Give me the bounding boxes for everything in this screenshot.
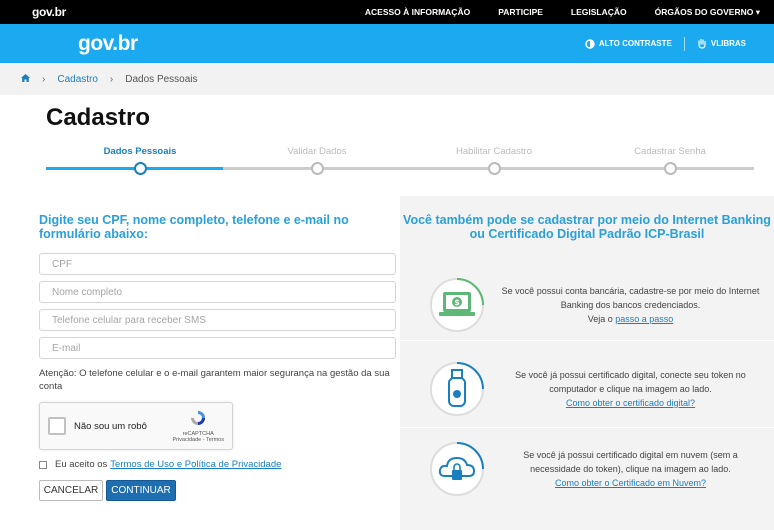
tools-divider (683, 36, 685, 51)
cloud-certificate-text: Se você já possui certificado digital em… (497, 448, 774, 490)
continue-button[interactable]: CONTINUAR (106, 480, 176, 501)
step-dot (663, 162, 677, 175)
card-text: Se você já possui certificado digital, c… (515, 370, 746, 394)
form-actions: CANCELAR CONTINUAR (39, 480, 396, 501)
accessibility-tools: ALTO CONTRASTE VLIBRAS (585, 36, 746, 51)
cancel-button[interactable]: CANCELAR (39, 480, 103, 501)
step-dot (487, 162, 501, 175)
step-label: Cadastrar Senha (634, 146, 706, 157)
card-text: Se você já possui certificado digital em… (523, 450, 738, 474)
contrast-icon (585, 38, 595, 49)
step-by-step-link[interactable]: passo a passo (615, 314, 673, 324)
step-habilitar-cadastro: Habilitar Cadastro (424, 146, 564, 175)
step-dot (310, 162, 324, 175)
registration-form: Digite seu CPF, nome completo, telefone … (39, 213, 396, 501)
step-label: Dados Pessoais (103, 146, 177, 157)
topbar-link-legislacao[interactable]: LEGISLAÇÃO (571, 7, 627, 18)
internet-banking-card: $ Se você possui conta bancária, cadastr… (400, 276, 774, 334)
chevron-right-icon: › (42, 73, 46, 85)
step-dot (133, 162, 147, 175)
step-label: Habilitar Cadastro (455, 146, 533, 157)
high-contrast-label: ALTO CONTRASTE (598, 39, 672, 48)
recaptcha-widget: Não sou um robô reCAPTCHA Privacidade - … (39, 402, 233, 450)
home-icon[interactable] (21, 73, 30, 85)
get-certificate-link[interactable]: Como obter o certificado digital? (566, 398, 695, 408)
attention-text: O telefone celular e o e-mail garantem m… (39, 368, 390, 392)
phone-input[interactable] (39, 309, 396, 331)
high-contrast-button[interactable]: ALTO CONTRASTE (585, 38, 672, 49)
vlibras-label: VLIBRAS (710, 39, 746, 48)
terms-row: Eu aceito os Termos de Uso e Política de… (39, 459, 396, 470)
step-validar-dados: Validar Dados (247, 146, 387, 175)
card-text: Se você possui conta bancária, cadastre-… (501, 286, 760, 310)
topbar-logo[interactable]: gov.br (32, 5, 66, 19)
brand-logo[interactable]: gov.br (78, 32, 138, 56)
recaptcha-links[interactable]: Privacidade - Termos (172, 437, 224, 443)
email-input[interactable] (39, 337, 396, 359)
alternative-methods-panel: Você também pode se cadastrar por meio d… (400, 196, 774, 530)
recaptcha-checkbox[interactable] (48, 417, 66, 435)
step-label: Validar Dados (287, 146, 347, 157)
topbar-links: ACESSO À INFORMAÇÃO PARTICIPE LEGISLAÇÃO… (365, 7, 760, 18)
panel-divider (400, 427, 774, 428)
cloud-certificate-card: Se você já possui certificado digital em… (400, 440, 774, 498)
terms-link[interactable]: Termos de Uso e Política de Privacidade (110, 459, 281, 470)
step-dados-pessoais: Dados Pessoais (70, 146, 210, 175)
attention-label: Atenção: (39, 368, 77, 379)
bank-laptop-icon[interactable]: $ (417, 276, 497, 334)
cpf-input[interactable] (39, 253, 396, 275)
page-title: Cadastro (46, 104, 151, 131)
topbar-link-acesso[interactable]: ACESSO À INFORMAÇÃO (365, 7, 470, 18)
chevron-right-icon: › (109, 73, 114, 85)
terms-prefix: Eu aceito os (55, 459, 108, 470)
gov-topbar: gov.br ACESSO À INFORMAÇÃO PARTICIPE LEG… (0, 0, 774, 24)
svg-text:$: $ (454, 298, 460, 307)
progress-stepper: Dados Pessoais Validar Dados Habilitar C… (46, 146, 754, 176)
attention-note: Atenção: O telefone celular e o e-mail g… (39, 367, 396, 393)
breadcrumb-cadastro-link[interactable]: Cadastro (57, 74, 98, 85)
cloud-certificate-link[interactable]: Como obter o Certificado em Nuvem? (555, 478, 706, 488)
card-link-prefix: Veja o (587, 314, 616, 324)
recaptcha-label: Não sou um robô (74, 420, 147, 432)
topbar-link-participe[interactable]: PARTICIPE (498, 7, 543, 18)
usb-token-icon[interactable] (417, 360, 497, 418)
site-header: gov.br ALTO CONTRASTE VLIBRAS (0, 24, 774, 63)
digital-certificate-text: Se você já possui certificado digital, c… (497, 368, 774, 410)
step-cadastrar-senha: Cadastrar Senha (600, 146, 740, 175)
breadcrumb: › Cadastro › Dados Pessoais (0, 63, 774, 95)
form-heading: Digite seu CPF, nome completo, telefone … (39, 213, 349, 241)
vlibras-button[interactable]: VLIBRAS (697, 38, 746, 49)
alternative-heading: Você também pode se cadastrar por meio d… (403, 213, 771, 241)
full-name-input[interactable] (39, 281, 396, 303)
panel-divider (400, 340, 774, 341)
breadcrumb-current: Dados Pessoais (125, 73, 198, 85)
topbar-link-orgaos[interactable]: ÓRGÃOS DO GOVERNO ▾ (655, 7, 760, 18)
recaptcha-icon (191, 411, 206, 425)
recaptcha-branding: reCAPTCHA Privacidade - Termos (172, 409, 224, 443)
cloud-lock-icon[interactable] (417, 440, 497, 498)
terms-checkbox[interactable] (39, 460, 47, 469)
hand-icon (698, 38, 706, 49)
internet-banking-text: Se você possui conta bancária, cadastre-… (497, 284, 774, 326)
digital-certificate-card: Se você já possui certificado digital, c… (400, 360, 774, 418)
